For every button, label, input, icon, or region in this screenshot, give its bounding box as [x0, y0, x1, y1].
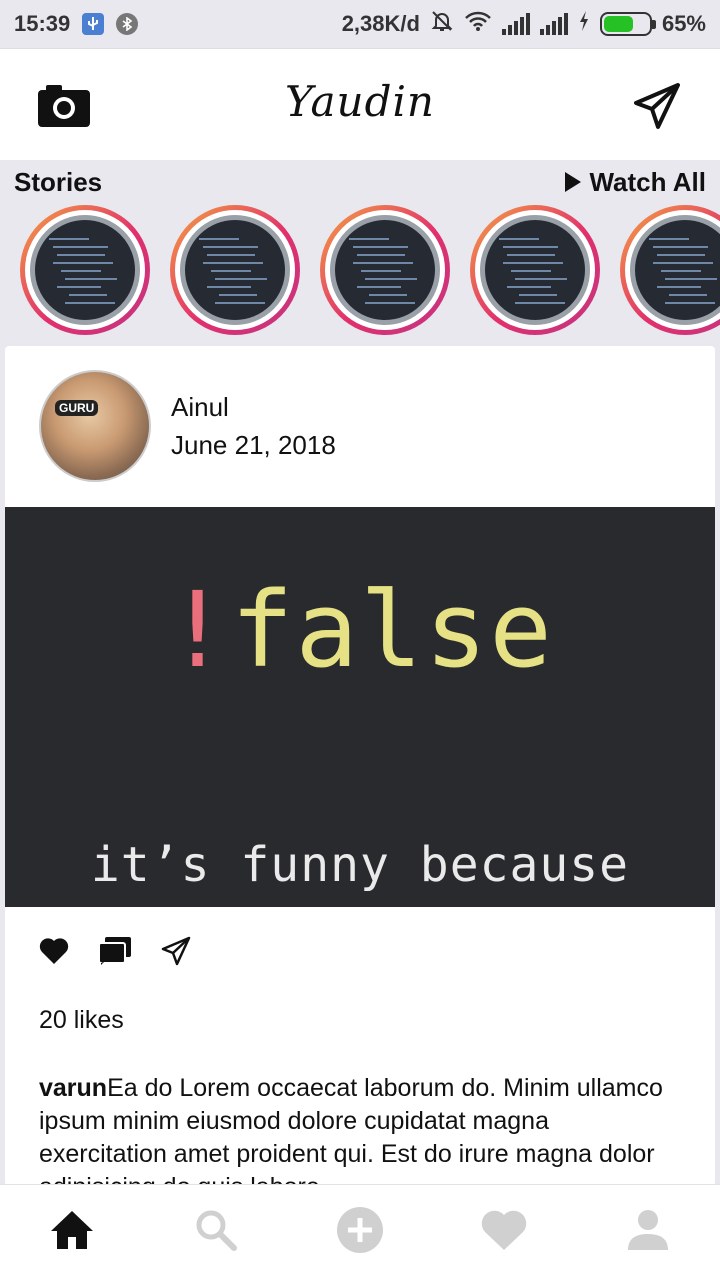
story-item[interactable]: [320, 205, 450, 335]
story-thumbnail: [30, 215, 140, 325]
app-header: Yaudin: [0, 48, 720, 160]
wifi-icon: [464, 10, 492, 38]
likes-count: 20 likes: [39, 1006, 124, 1034]
post-date: June 21, 2018: [171, 430, 336, 460]
post-image-headline-text: false: [230, 569, 554, 691]
nav-home[interactable]: [0, 1185, 144, 1280]
avatar-label: GURU: [55, 400, 99, 416]
post-card: GURU Ainul June 21, 2018 !false it’s fun…: [5, 346, 715, 1186]
caption-text: Ea do Lorem occaecat laborum do. Minim u…: [39, 1074, 663, 1186]
post-image[interactable]: !false it’s funny because: [5, 507, 715, 907]
nav-profile[interactable]: [576, 1185, 720, 1280]
signal-icon: [501, 13, 530, 35]
story-thumbnail: [630, 215, 720, 325]
story-item[interactable]: [170, 205, 300, 335]
notification-icon: [116, 13, 139, 35]
home-icon: [49, 1209, 95, 1256]
network-speed: 2,38K/d: [341, 11, 420, 36]
comment-icon[interactable]: [99, 937, 131, 965]
watch-all-label: Watch All: [589, 166, 706, 197]
post-image-bang: !: [166, 569, 231, 691]
app-logo: Yaudin: [285, 77, 435, 126]
post-caption: varunEa do Lorem occaecat laborum do. Mi…: [39, 1072, 679, 1186]
search-icon: [194, 1208, 238, 1257]
stories-title: Stories: [14, 166, 103, 197]
post-actions: [39, 936, 191, 966]
signal-icon-2: [539, 13, 568, 35]
post-image-subline: it’s funny because: [90, 837, 630, 893]
battery-percent: 65%: [661, 11, 706, 36]
watch-all-button[interactable]: Watch All: [565, 167, 706, 198]
stories-row: [0, 205, 720, 335]
mute-icon: [430, 9, 454, 39]
avatar[interactable]: GURU: [39, 370, 151, 482]
send-icon[interactable]: [632, 81, 682, 131]
profile-icon: [626, 1208, 670, 1257]
nav-search[interactable]: [144, 1185, 288, 1280]
post-username[interactable]: Ainul: [171, 392, 229, 423]
status-time: 15:39: [14, 11, 71, 36]
story-item[interactable]: [20, 205, 150, 335]
play-icon: [565, 172, 582, 192]
heart-icon[interactable]: [39, 937, 69, 965]
charging-icon: [578, 10, 590, 38]
stories-header: Stories Watch All: [0, 160, 720, 204]
post-image-headline: !false: [5, 569, 715, 691]
nav-add[interactable]: [288, 1185, 432, 1280]
share-icon[interactable]: [161, 936, 191, 966]
nav-activity[interactable]: [432, 1185, 576, 1280]
story-item[interactable]: [470, 205, 600, 335]
add-icon: [336, 1206, 384, 1259]
battery-icon: [599, 12, 656, 36]
heart-icon: [480, 1208, 528, 1257]
story-thumbnail: [180, 215, 290, 325]
usb-icon: [82, 13, 105, 35]
caption-username[interactable]: varun: [39, 1074, 107, 1102]
story-item[interactable]: [620, 205, 720, 335]
status-bar: 15:39 2,38K/d 65%: [0, 0, 720, 48]
bottom-nav: [0, 1184, 720, 1280]
story-thumbnail: [480, 215, 590, 325]
battery-level: [603, 16, 633, 32]
story-thumbnail: [330, 215, 440, 325]
